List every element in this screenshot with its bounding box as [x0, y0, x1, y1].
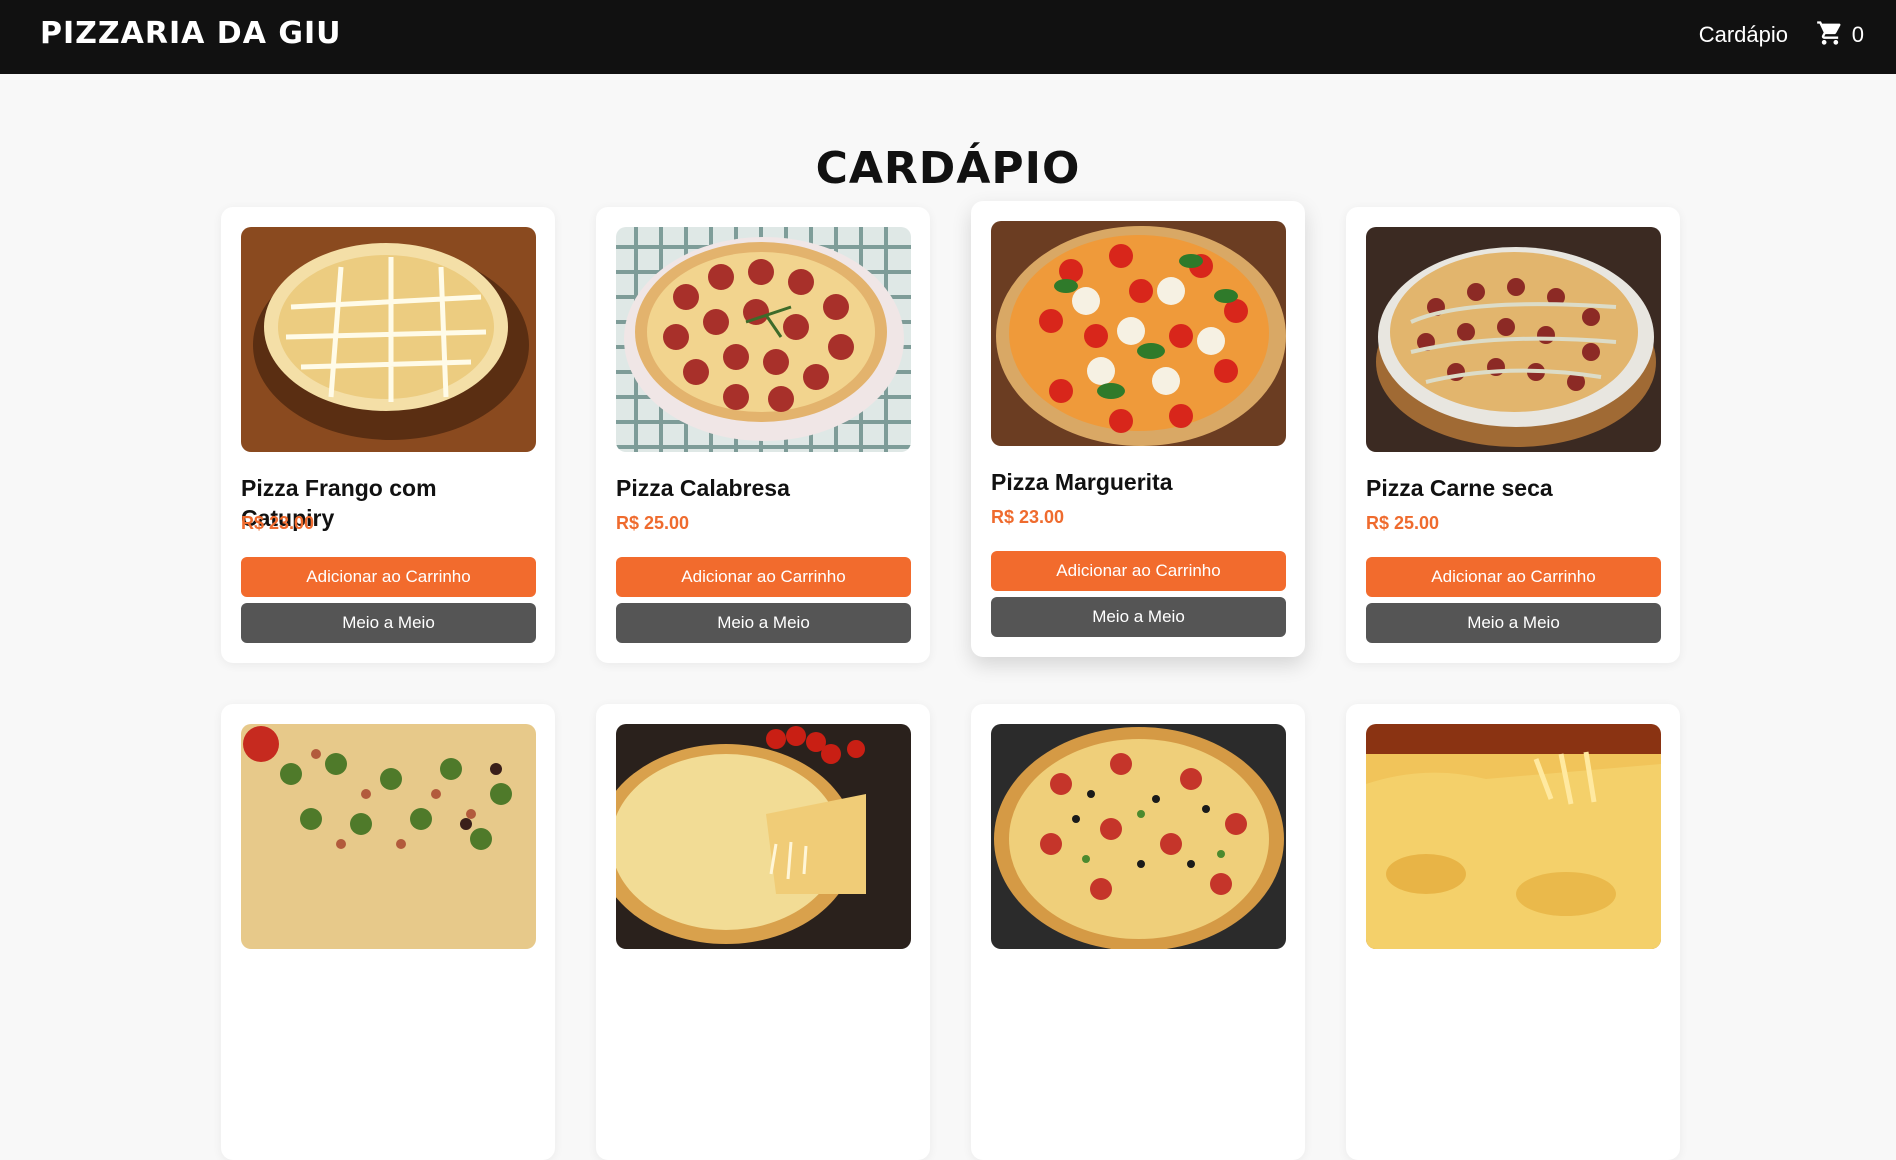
nav-link-cardapio[interactable]: Cardápio — [1699, 20, 1788, 50]
product-card: Pizza Carne seca R$ 25.00 Adicionar ao C… — [1346, 207, 1680, 663]
product-price: R$ 23.00 — [991, 507, 1065, 527]
add-to-cart-button[interactable]: Adicionar ao Carrinho — [241, 557, 536, 597]
product-image — [616, 724, 911, 949]
half-and-half-button[interactable]: Meio a Meio — [616, 603, 911, 643]
product-image — [1366, 227, 1661, 452]
product-card — [596, 704, 930, 1160]
product-price: R$ 25.00 — [1366, 513, 1440, 533]
product-name: Pizza Calabresa — [616, 475, 790, 501]
product-image — [241, 227, 536, 452]
cart-button[interactable]: 0 — [1816, 18, 1864, 52]
cart-count: 0 — [1851, 22, 1864, 47]
product-card: Pizza Marguerita R$ 23.00 Adicionar ao C… — [971, 201, 1305, 657]
product-card — [1346, 704, 1680, 1160]
product-card — [971, 704, 1305, 1160]
product-image — [616, 227, 911, 452]
half-and-half-button[interactable]: Meio a Meio — [1366, 603, 1661, 643]
add-to-cart-button[interactable]: Adicionar ao Carrinho — [991, 551, 1286, 591]
add-to-cart-button[interactable]: Adicionar ao Carrinho — [616, 557, 911, 597]
product-card: Pizza Calabresa R$ 25.00 Adicionar ao Ca… — [596, 207, 930, 663]
page-title: Cardápio — [815, 143, 1081, 195]
product-image — [1366, 724, 1661, 949]
product-card — [221, 704, 555, 1160]
add-to-cart-button[interactable]: Adicionar ao Carrinho — [1366, 557, 1661, 597]
product-image — [991, 724, 1286, 949]
product-image — [241, 724, 536, 949]
product-price: R$ 25.00 — [616, 513, 690, 533]
half-and-half-button[interactable]: Meio a Meio — [241, 603, 536, 643]
product-price: R$ 23.00 — [241, 513, 315, 533]
product-image — [991, 221, 1286, 446]
product-name: Pizza Carne seca — [1366, 475, 1553, 501]
product-name: Pizza Marguerita — [991, 469, 1173, 495]
brand-logo[interactable]: Pizzaria da Giu — [40, 14, 342, 54]
product-card: Pizza Frango com Catupiry R$ 23.00 Adici… — [221, 207, 555, 663]
navbar: Pizzaria da Giu Cardápio 0 — [0, 0, 1896, 74]
shopping-cart-icon — [1816, 19, 1844, 52]
half-and-half-button[interactable]: Meio a Meio — [991, 597, 1286, 637]
